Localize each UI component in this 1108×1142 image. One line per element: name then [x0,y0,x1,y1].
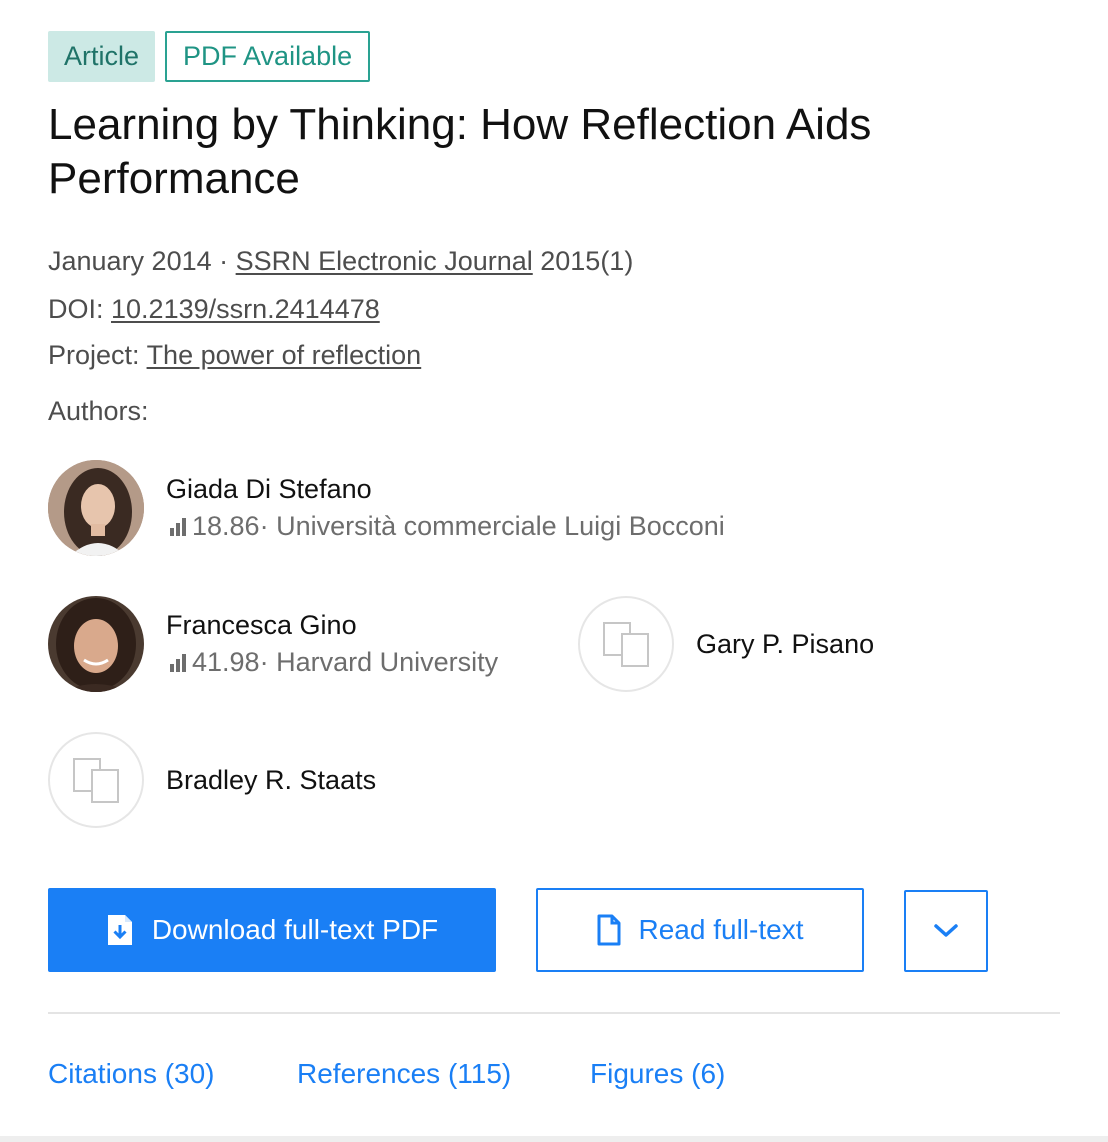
bottom-border [0,1136,1108,1142]
download-pdf-label: Download full-text PDF [151,914,439,945]
tab-references[interactable]: References (115) [297,1058,511,1090]
author-meta: 41.98 · Harvard University [166,647,498,678]
avatar-placeholder[interactable] [48,732,144,828]
project-label: Project: [48,340,147,370]
avatar[interactable] [48,596,144,692]
doi-label: DOI: [48,294,112,324]
authors-label: Authors: [48,396,149,426]
profile-placeholder-icon [73,758,119,803]
author-name[interactable]: Gary P. Pisano [696,629,874,660]
author-affiliation: · Università commerciale Luigi Bocconi [259,511,725,541]
meta-separator: · [211,246,236,276]
download-pdf-button[interactable]: Download full-text PDF [48,888,496,972]
publication-date-journal: January 2014 · SSRN Electronic Journal 2… [48,246,633,277]
download-file-icon [106,913,134,947]
author-item[interactable]: Bradley R. Staats [48,732,376,828]
divider [48,1012,1060,1014]
author-item[interactable]: Francesca Gino 41.98 · Harvard Universit… [48,596,498,692]
document-icon [597,914,621,946]
pdf-available-badge: PDF Available [165,31,371,82]
publication-title: Learning by Thinking: How Reflection Aid… [48,100,872,203]
profile-placeholder-icon [603,622,649,667]
journal-link[interactable]: SSRN Electronic Journal [236,246,533,276]
publication-date: January 2014 [48,246,212,276]
author-name[interactable]: Francesca Gino [166,610,498,641]
read-full-text-button[interactable]: Read full-text [536,888,864,972]
chevron-down-icon [934,924,958,937]
badge-row: Article PDF Available [48,31,371,82]
journal-volume: 2015(1) [532,246,634,276]
doi-line: DOI: 10.2139/ssrn.2414478 [48,294,380,325]
article-badge: Article [48,31,156,82]
author-item[interactable]: Gary P. Pisano [578,596,874,692]
author-name[interactable]: Bradley R. Staats [166,765,376,796]
author-score: 18.86 [192,511,260,541]
author-affiliation: · Harvard University [259,647,499,677]
project-line: Project: The power of reflection [48,340,421,371]
author-name[interactable]: Giada Di Stefano [166,474,725,505]
read-full-text-label: Read full-text [638,914,804,945]
project-link[interactable]: The power of reflection [147,340,422,370]
bar-chart-icon [170,653,186,672]
tab-figures[interactable]: Figures (6) [590,1058,725,1090]
bar-chart-icon [170,517,186,536]
author-meta: 18.86 · Università commerciale Luigi Boc… [166,511,725,542]
author-score: 41.98 [192,647,260,677]
avatar[interactable] [48,460,144,556]
more-options-button[interactable] [904,890,988,972]
tab-citations[interactable]: Citations (30) [48,1058,215,1090]
doi-link[interactable]: 10.2139/ssrn.2414478 [111,294,380,324]
avatar-placeholder[interactable] [578,596,674,692]
author-item[interactable]: Giada Di Stefano 18.86 · Università comm… [48,460,725,556]
